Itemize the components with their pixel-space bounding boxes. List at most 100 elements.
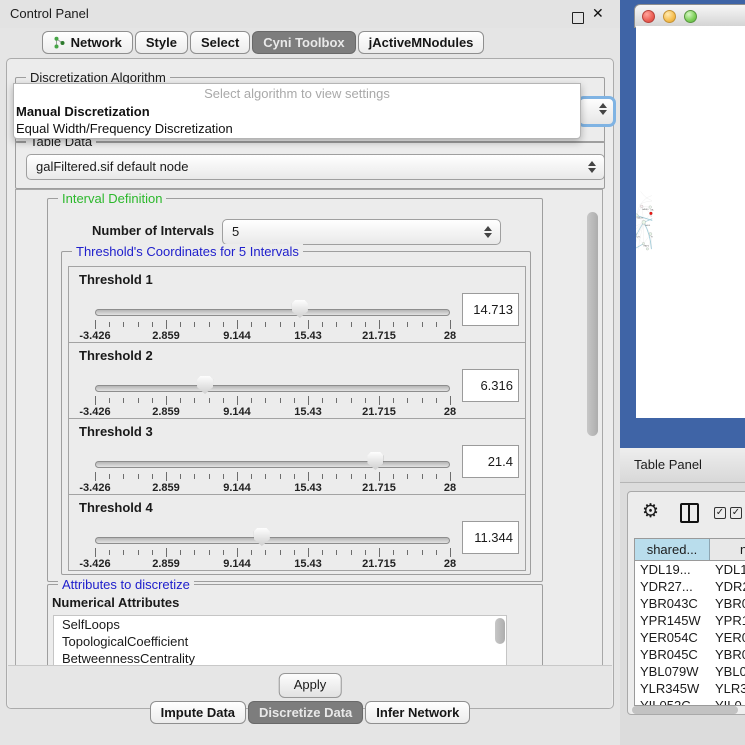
numerical-attributes-label: Numerical Attributes — [52, 595, 179, 610]
tick-label: -3.426 — [79, 330, 110, 342]
list-scrollbar-thumb[interactable] — [495, 618, 505, 644]
columns-icon[interactable] — [680, 503, 699, 523]
checkbox-checked-icon[interactable]: ✓ — [730, 507, 742, 519]
threshold-value-field[interactable]: 6.316 — [462, 369, 519, 402]
table-row[interactable]: YER054CYER0 — [635, 629, 745, 646]
threshold-value-field[interactable]: 11.344 — [462, 521, 519, 554]
threshold-value-field[interactable]: 14.713 — [462, 293, 519, 326]
tab-cyni-toolbox[interactable]: Cyni Toolbox — [252, 31, 355, 54]
thresholds-group-title: Threshold's Coordinates for 5 Intervals — [72, 244, 303, 259]
tick-label: -3.426 — [79, 406, 110, 418]
threshold-slider-4[interactable]: -3.4262.8599.14415.4321.71528 — [95, 521, 450, 567]
zoom-traffic-light-icon[interactable] — [684, 10, 697, 23]
table-row[interactable]: YBR045CYBR0 — [635, 646, 745, 663]
cell-name[interactable]: YBR0 — [710, 595, 745, 612]
cell-name[interactable]: YPR1 — [710, 612, 745, 629]
float-window-icon[interactable] — [572, 12, 584, 24]
tick-label: 2.859 — [152, 482, 180, 494]
tick-label: 28 — [444, 406, 456, 418]
tab-network[interactable]: Network — [42, 31, 133, 54]
vertical-scrollbar-thumb[interactable] — [587, 212, 598, 436]
cell-shared-name[interactable]: YDR27... — [635, 578, 710, 595]
slider-tick-labels: -3.4262.8599.14415.4321.71528 — [95, 406, 450, 418]
cell-name[interactable]: YER0 — [710, 629, 745, 646]
cell-shared-name[interactable]: YIL052C — [635, 697, 710, 706]
slider-tick-labels: -3.4262.8599.14415.4321.71528 — [95, 482, 450, 494]
tab-select[interactable]: Select — [190, 31, 250, 54]
tab-discretize-data[interactable]: Discretize Data — [248, 701, 363, 724]
tick-label: 2.859 — [152, 406, 180, 418]
popup-option-manual-discretization[interactable]: Manual Discretization — [14, 103, 580, 120]
table-data-combo[interactable]: galFiltered.sif default node — [26, 154, 605, 180]
table-row[interactable]: YPR145WYPR1 — [635, 612, 745, 629]
horizontal-scrollbar[interactable] — [630, 706, 745, 714]
cell-name[interactable]: YBR0 — [710, 646, 745, 663]
cell-shared-name[interactable]: YPR145W — [635, 612, 710, 629]
column-header-name[interactable]: n — [710, 539, 745, 560]
cell-name[interactable]: YLR3 — [710, 680, 745, 697]
threshold-box-3: Threshold 3-3.4262.8599.14415.4321.71528… — [68, 418, 526, 495]
table-row[interactable]: YIL052CYIL0 — [635, 697, 745, 706]
control-panel-window: Control Panel ✕ NetworkStyleSelectCyni T… — [0, 0, 620, 745]
node[interactable] — [646, 248, 648, 250]
node-his[interactable] — [649, 233, 652, 236]
attribute-item-selfloops[interactable]: SelfLoops — [54, 616, 506, 633]
tick-label: 9.144 — [223, 558, 251, 570]
node-gal4[interactable] — [642, 220, 646, 224]
node-label: H — [651, 237, 653, 239]
combo-stepper-icon — [484, 225, 492, 239]
node-hap2[interactable] — [642, 242, 644, 244]
table-row[interactable]: YBL079WYBL0 — [635, 663, 745, 680]
network-canvas[interactable]: GAL80 GA GAL11 C GAL4 GCY1 H HAP2 — [636, 26, 745, 418]
table-row[interactable]: YDL19...YDL1 — [635, 561, 745, 578]
algorithm-combo[interactable] — [577, 96, 616, 127]
tick-label: 28 — [444, 482, 456, 494]
column-header-shared[interactable]: shared... — [635, 539, 710, 560]
node-label: GCY1 — [636, 237, 641, 239]
tab-infer-network[interactable]: Infer Network — [365, 701, 470, 724]
tab-style[interactable]: Style — [135, 31, 188, 54]
table-panel-title: Table Panel — [634, 457, 702, 472]
close-icon[interactable]: ✕ — [592, 5, 604, 22]
cell-name[interactable]: YDR2 — [710, 578, 745, 595]
table-data-combo-value: galFiltered.sif default node — [36, 159, 188, 174]
number-of-intervals-combo[interactable]: 5 — [222, 219, 501, 245]
cell-shared-name[interactable]: YBR043C — [635, 595, 710, 612]
tick-label: 28 — [444, 330, 456, 342]
tab-label: Infer Network — [376, 705, 459, 720]
tick-label: 15.43 — [294, 330, 322, 342]
checkbox-checked-icon[interactable]: ✓ — [714, 507, 726, 519]
threshold-value-field[interactable]: 21.4 — [462, 445, 519, 478]
cell-shared-name[interactable]: YLR345W — [635, 680, 710, 697]
number-of-intervals-value: 5 — [232, 224, 239, 239]
table-row[interactable]: YDR27...YDR2 — [635, 578, 745, 595]
table-row[interactable]: YLR345WYLR3 — [635, 680, 745, 697]
combo-stepper-icon — [588, 160, 596, 174]
tab-jactivemnodules[interactable]: jActiveMNodules — [358, 31, 485, 54]
apply-button[interactable]: Apply — [279, 673, 342, 698]
cell-name[interactable]: YIL0 — [710, 697, 745, 706]
cell-shared-name[interactable]: YBR045C — [635, 646, 710, 663]
popup-option-equal-width-frequency-discretization[interactable]: Equal Width/Frequency Discretization — [14, 120, 580, 137]
tab-impute-data[interactable]: Impute Data — [150, 701, 246, 724]
node[interactable] — [649, 206, 652, 209]
cell-shared-name[interactable]: YDL19... — [635, 561, 710, 578]
close-traffic-light-icon[interactable] — [642, 10, 655, 23]
gear-icon[interactable]: ⚙ — [642, 500, 659, 524]
cell-name[interactable]: YDL1 — [710, 561, 745, 578]
threshold-slider-1[interactable]: -3.4262.8599.14415.4321.71528 — [95, 293, 450, 339]
minimize-traffic-light-icon[interactable] — [663, 10, 676, 23]
tick-label: 9.144 — [223, 482, 251, 494]
tab-label: Select — [201, 35, 239, 50]
node-label: GA — [650, 208, 654, 211]
threshold-slider-3[interactable]: -3.4262.8599.14415.4321.71528 — [95, 445, 450, 491]
node-gal80[interactable] — [640, 205, 643, 208]
threshold-slider-2[interactable]: -3.4262.8599.14415.4321.71528 — [95, 369, 450, 415]
cell-shared-name[interactable]: YER054C — [635, 629, 710, 646]
horizontal-scrollbar-thumb[interactable] — [632, 706, 738, 714]
cell-shared-name[interactable]: YBL079W — [635, 663, 710, 680]
attribute-item-topologicalcoefficient[interactable]: TopologicalCoefficient — [54, 633, 506, 650]
node-selected-red[interactable] — [649, 212, 652, 215]
table-row[interactable]: YBR043CYBR0 — [635, 595, 745, 612]
cell-name[interactable]: YBL0 — [710, 663, 745, 680]
